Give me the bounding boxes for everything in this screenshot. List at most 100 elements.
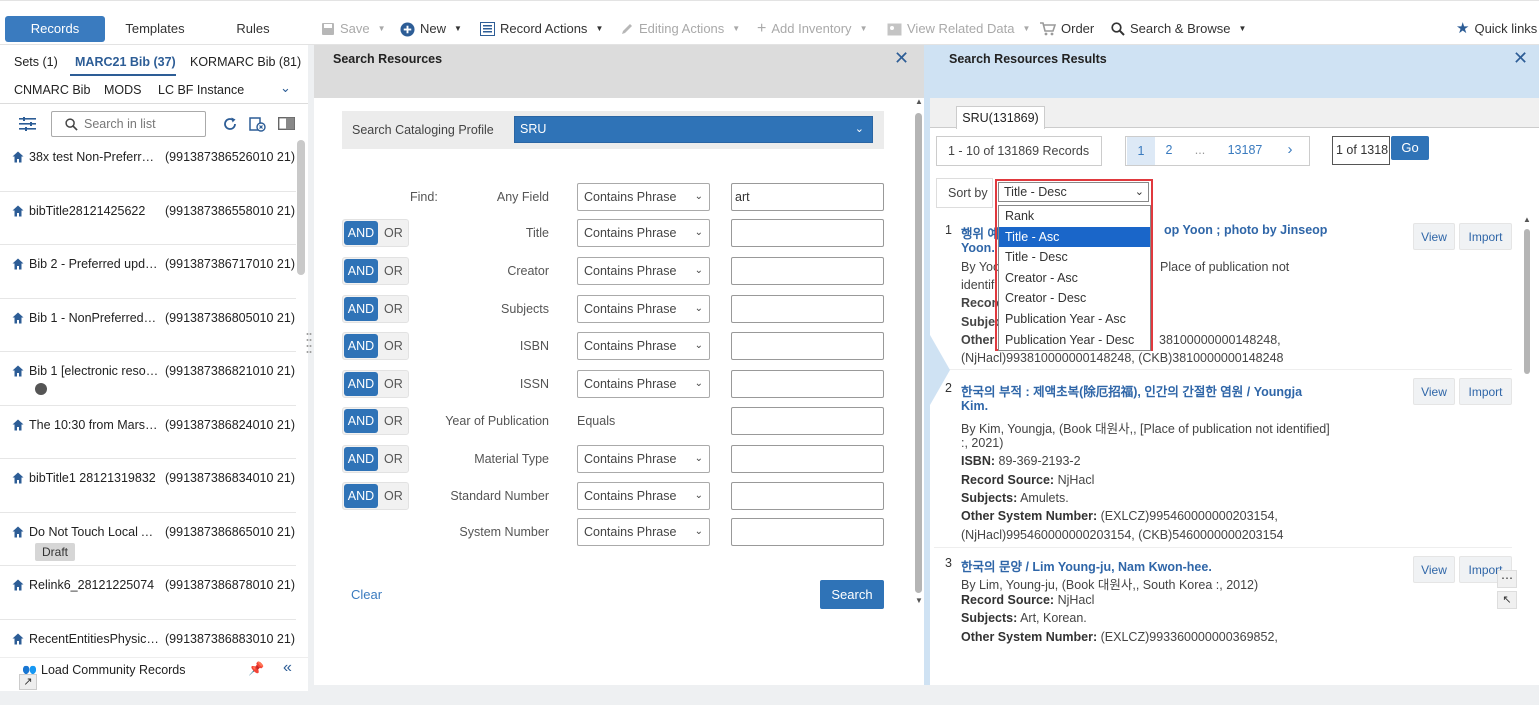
search-value-input[interactable] — [731, 370, 884, 398]
and-option[interactable]: AND — [344, 372, 378, 396]
list-search-input[interactable]: Search in list — [51, 111, 206, 137]
or-option[interactable]: OR — [384, 484, 403, 508]
view-button[interactable]: View — [1413, 556, 1455, 583]
collapse-panel-icon[interactable]: « — [283, 659, 292, 677]
or-option[interactable]: OR — [384, 259, 403, 283]
sort-option[interactable]: Creator - Desc — [999, 288, 1150, 309]
and-or-toggle[interactable]: AND OR — [342, 295, 409, 323]
search-value-input[interactable] — [731, 518, 884, 546]
or-option[interactable]: OR — [384, 409, 403, 433]
list-item[interactable]: Relink6_28121225074 (991387386878010 21) — [0, 566, 296, 620]
page-1[interactable]: 1 — [1127, 137, 1155, 165]
search-value-input[interactable] — [731, 482, 884, 510]
search-value-input[interactable]: art — [731, 183, 884, 211]
and-or-toggle[interactable]: AND OR — [342, 482, 409, 510]
editing-actions-button[interactable]: Editing Actions ▼ — [620, 19, 740, 39]
page-last[interactable]: 13187 — [1220, 136, 1270, 164]
list-item[interactable]: bibTitle28121425622 (991387386558010 21) — [0, 192, 296, 245]
operator-select[interactable]: Contains Phrase ⌄ — [577, 518, 710, 546]
search-value-input[interactable] — [731, 295, 884, 323]
tab-marc21-bib[interactable]: MARC21 Bib (37) — [75, 55, 176, 69]
tab-mods[interactable]: MODS — [104, 83, 142, 97]
list-item[interactable]: The 10:30 from Marse... (991387386824010 … — [0, 406, 296, 459]
mid-scrollbar[interactable] — [915, 113, 922, 593]
view-button[interactable]: View — [1413, 378, 1455, 405]
list-item[interactable]: Bib 1 [electronic resou... (9913873868210… — [0, 352, 296, 406]
next-page-icon[interactable]: › — [1280, 136, 1300, 164]
sort-option[interactable]: Title - Desc — [999, 247, 1150, 268]
operator-select[interactable]: Contains Phrase ⌄ — [577, 219, 710, 247]
search-value-input[interactable] — [731, 407, 884, 435]
or-option[interactable]: OR — [384, 221, 403, 245]
result-title-cont[interactable]: Kim. — [961, 399, 988, 413]
quick-links-button[interactable]: ★ Quick links — [1456, 19, 1537, 39]
save-button[interactable]: Save ▼ — [321, 19, 386, 39]
list-item[interactable]: Do Not Touch Local A... (991387386865010 … — [0, 513, 296, 566]
search-browse-button[interactable]: Search & Browse ▼ — [1111, 19, 1246, 39]
order-button[interactable]: Order — [1040, 19, 1094, 39]
close-icon[interactable]: ✕ — [894, 48, 909, 69]
scroll-up-icon[interactable]: ▲ — [1523, 215, 1531, 224]
and-option[interactable]: AND — [344, 484, 378, 508]
list-item[interactable]: 38x test Non-Preferred... (99138738652601… — [0, 138, 296, 192]
tab-lc-bf-instance[interactable]: LC BF Instance — [158, 83, 244, 97]
collapse-arrow-icon[interactable]: ↖ — [1497, 591, 1517, 609]
scroll-up-icon[interactable]: ▲ — [915, 97, 923, 106]
result-title-start[interactable]: 행위 예 — [961, 223, 999, 242]
tab-rules[interactable]: Rules — [210, 16, 296, 42]
operator-select[interactable]: Contains Phrase ⌄ — [577, 257, 710, 285]
results-scrollbar[interactable] — [1524, 229, 1530, 374]
record-actions-button[interactable]: Record Actions ▼ — [480, 19, 603, 39]
refresh-icon[interactable] — [222, 116, 238, 132]
filter-sliders-icon[interactable] — [19, 117, 36, 131]
operator-select[interactable]: Contains Phrase ⌄ — [577, 332, 710, 360]
or-option[interactable]: OR — [384, 447, 403, 471]
operator-select[interactable]: Contains Phrase ⌄ — [577, 445, 710, 473]
tab-cnmarc-bib[interactable]: CNMARC Bib — [14, 83, 90, 97]
scroll-down-icon[interactable]: ▼ — [915, 596, 923, 605]
and-or-toggle[interactable]: AND OR — [342, 257, 409, 285]
split-view-icon[interactable] — [278, 117, 295, 130]
and-or-toggle[interactable]: AND OR — [342, 370, 409, 398]
and-option[interactable]: AND — [344, 221, 378, 245]
or-option[interactable]: OR — [384, 334, 403, 358]
operator-select[interactable]: Contains Phrase ⌄ — [577, 295, 710, 323]
go-button[interactable]: Go — [1391, 136, 1429, 160]
operator-select[interactable]: Contains Phrase ⌄ — [577, 183, 710, 211]
result-title-end[interactable]: op Yoon ; photo by Jinseop — [1164, 223, 1327, 237]
and-or-toggle[interactable]: AND OR — [342, 407, 409, 435]
import-button[interactable]: Import — [1459, 378, 1512, 405]
operator-select[interactable]: Contains Phrase ⌄ — [577, 370, 710, 398]
more-tabs-chevron-icon[interactable]: ⌄ — [280, 80, 291, 96]
and-option[interactable]: AND — [344, 409, 378, 433]
and-or-toggle[interactable]: AND OR — [342, 332, 409, 360]
search-value-input[interactable] — [731, 445, 884, 473]
more-options-icon[interactable]: ⋯ — [1497, 570, 1517, 588]
import-button[interactable]: Import — [1459, 223, 1512, 250]
result-title-cont[interactable]: Yoon. — [961, 241, 995, 255]
clear-link[interactable]: Clear — [351, 587, 382, 602]
sort-option[interactable]: Publication Year - Asc — [999, 309, 1150, 330]
view-button[interactable]: View — [1413, 223, 1455, 250]
and-or-toggle[interactable]: AND OR — [342, 219, 409, 247]
profile-select[interactable]: SRU ⌄ — [514, 116, 873, 143]
sort-select[interactable]: Title - Desc ⌄ — [998, 182, 1149, 202]
result-title[interactable]: 한국의 부적 : 제액초복(除厄招福), 인간의 간절한 염원 / Youngj… — [961, 381, 1302, 400]
and-option[interactable]: AND — [344, 447, 378, 471]
operator-select[interactable]: Contains Phrase ⌄ — [577, 482, 710, 510]
tab-templates[interactable]: Templates — [110, 16, 200, 42]
new-button[interactable]: New ▼ — [400, 19, 462, 39]
search-value-input[interactable] — [731, 257, 884, 285]
view-related-data-button[interactable]: View Related Data ▼ — [887, 19, 1030, 39]
result-title[interactable]: 한국의 문양 / Lim Young-ju, Nam Kwon-hee. — [961, 556, 1212, 575]
and-option[interactable]: AND — [344, 297, 378, 321]
and-or-toggle[interactable]: AND OR — [342, 445, 409, 473]
tab-sets[interactable]: Sets (1) — [14, 55, 58, 69]
tab-sru[interactable]: SRU(131869) — [956, 106, 1045, 129]
add-inventory-button[interactable]: + Add Inventory ▼ — [757, 19, 867, 39]
page-input[interactable]: 1 of 1318 — [1332, 136, 1390, 165]
panel-splitter-handle[interactable] — [306, 330, 312, 362]
list-scrollbar[interactable] — [297, 140, 305, 275]
sort-option[interactable]: Rank — [999, 206, 1150, 227]
list-item[interactable]: bibTitle1 28121319832 (991387386834010 21… — [0, 459, 296, 513]
